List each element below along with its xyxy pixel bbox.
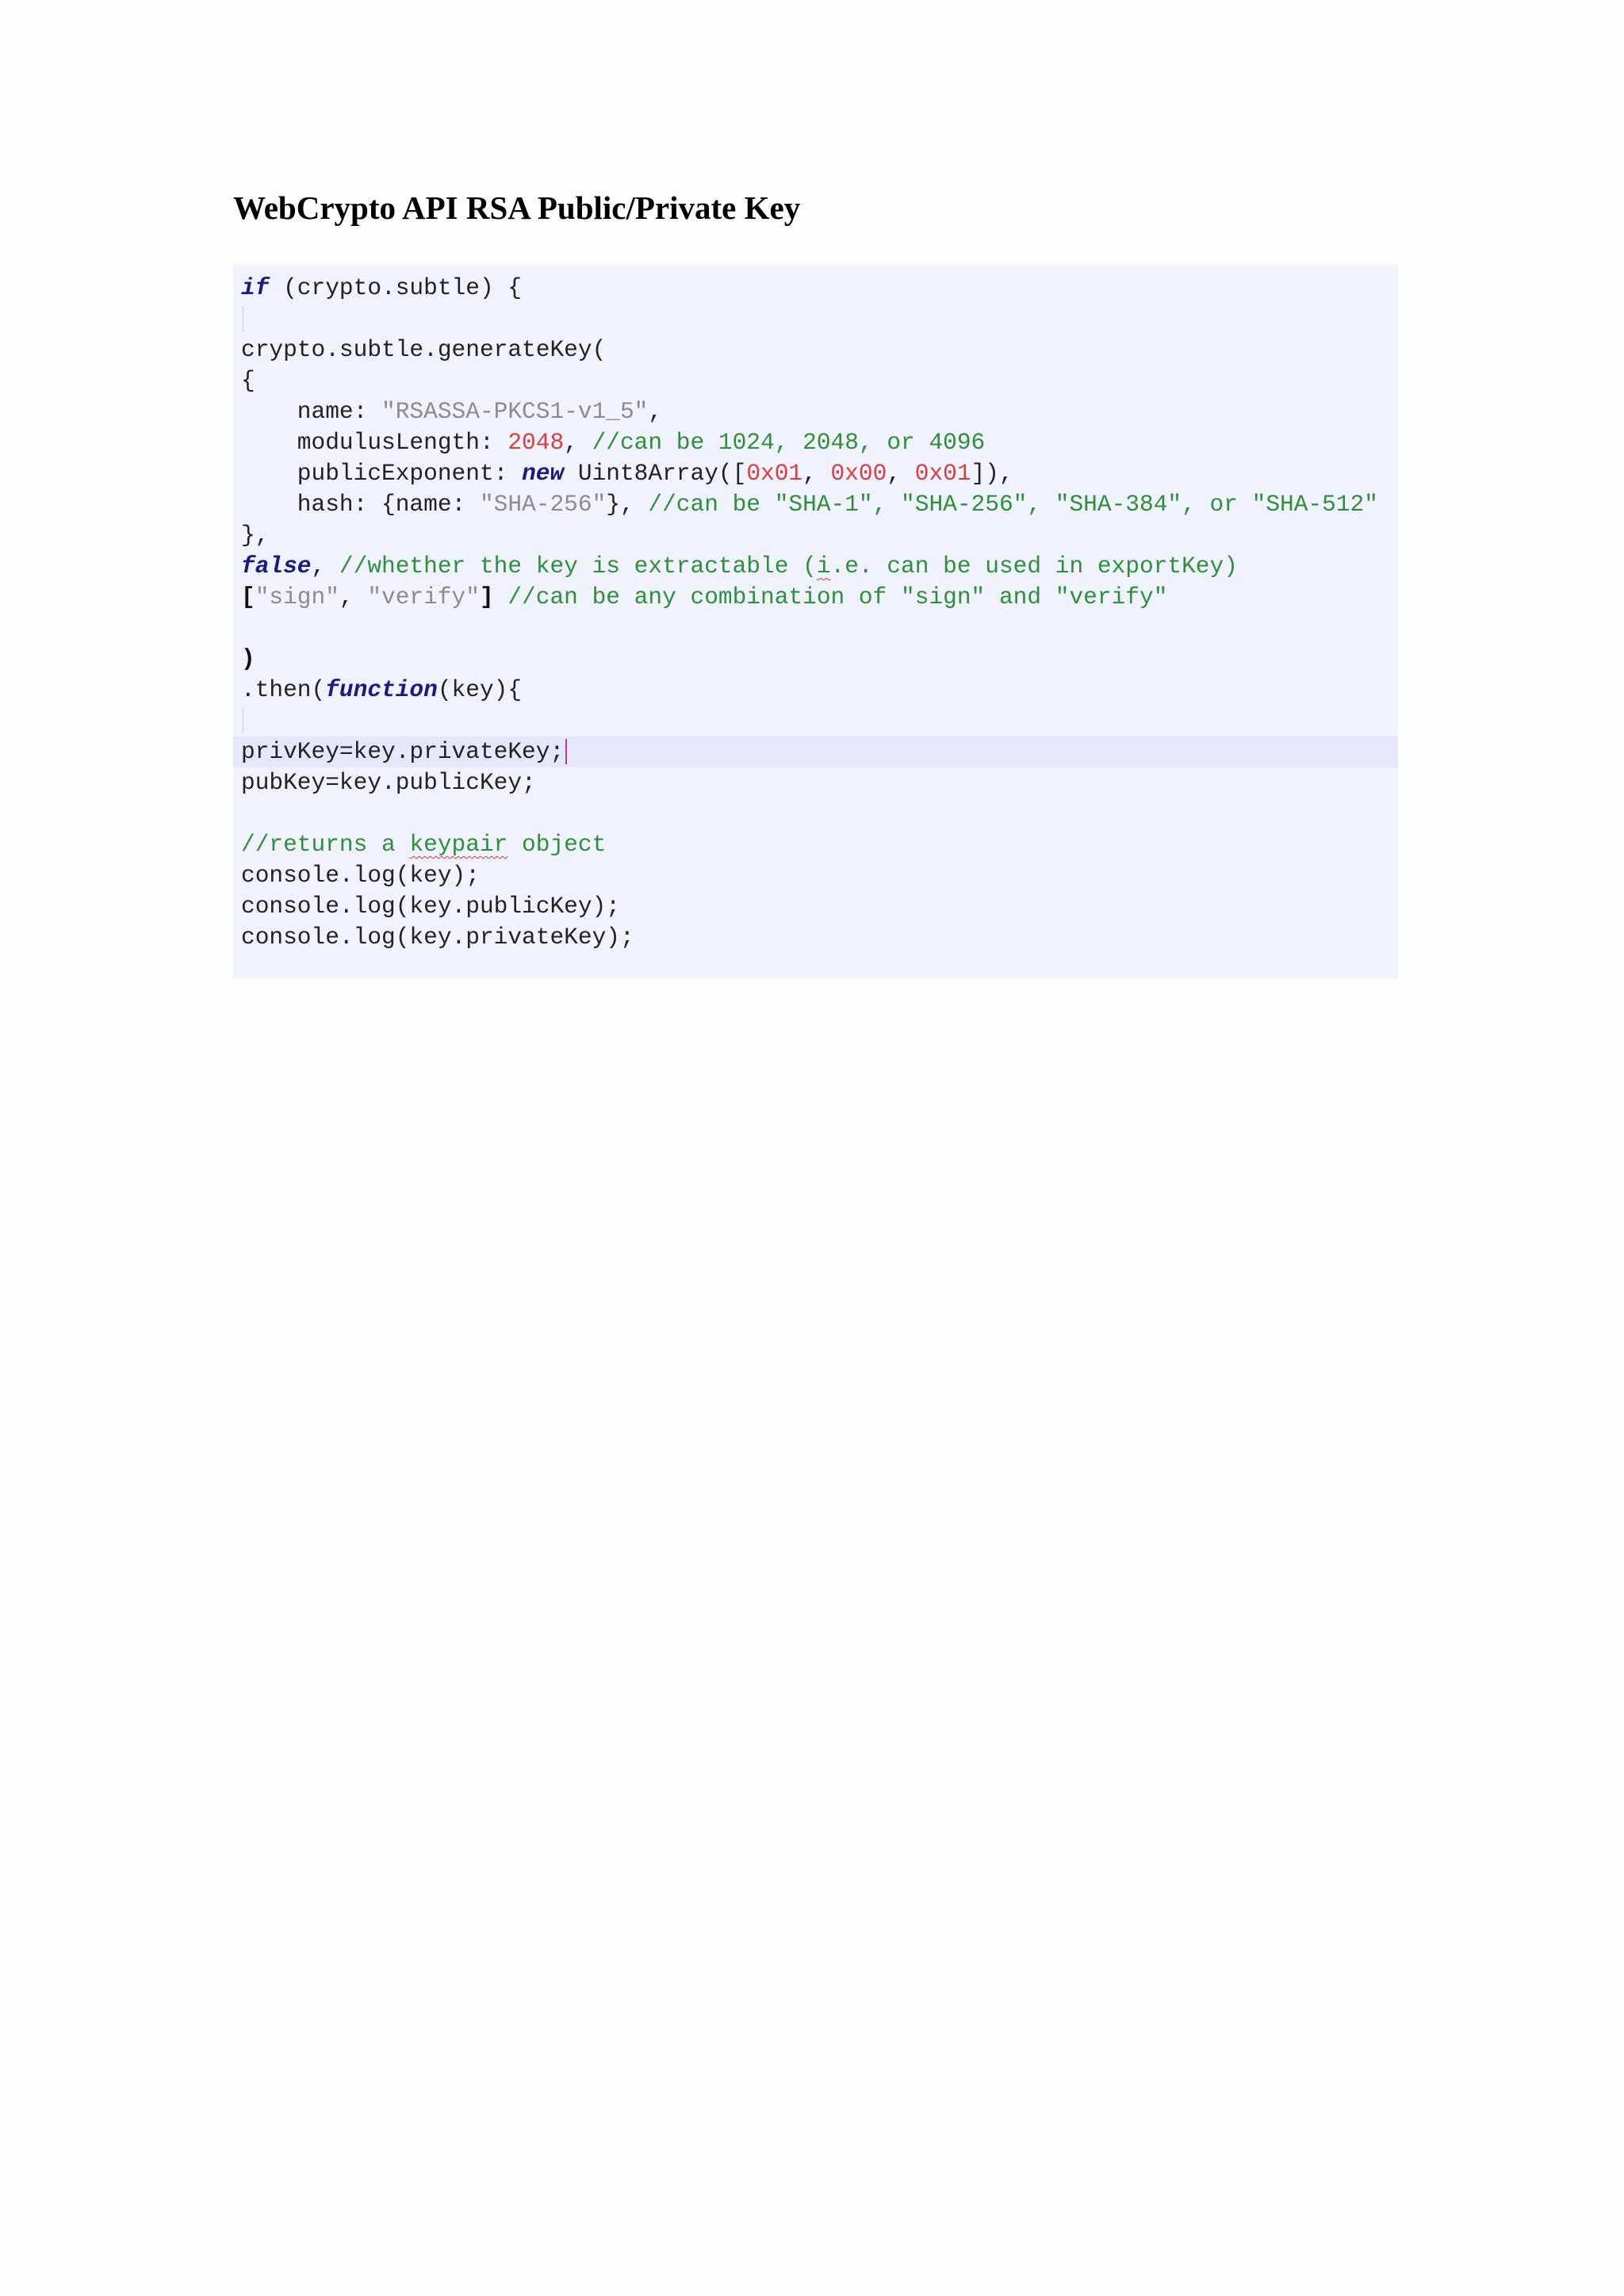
code-text: , bbox=[887, 460, 915, 487]
code-line-22: console.log(key.privateKey); bbox=[233, 922, 1398, 953]
code-comment: //can be "SHA-1", "SHA-256", "SHA-384", … bbox=[648, 491, 1378, 518]
code-text: { bbox=[241, 367, 255, 394]
code-text: (key){ bbox=[437, 676, 523, 703]
string-literal: "SHA-256" bbox=[479, 491, 607, 518]
code-line-14: .then(function(key){ bbox=[233, 675, 1398, 706]
code-comment: //whether the key is extractable ( bbox=[339, 553, 817, 580]
keyword: false bbox=[241, 553, 312, 580]
page-title: WebCrypto API RSA Public/Private Key bbox=[233, 189, 801, 226]
code-text: publicExponent: bbox=[241, 460, 523, 487]
code-text: ) bbox=[241, 645, 255, 672]
code-text: hash: {name: bbox=[241, 491, 480, 518]
code-text: console.log(key.publicKey); bbox=[241, 893, 620, 920]
code-text: name: bbox=[241, 398, 382, 425]
code-line-2 bbox=[233, 304, 1398, 335]
spellcheck-word: i bbox=[816, 553, 831, 580]
code-text: console.log(key.privateKey); bbox=[241, 924, 634, 951]
code-line-6: modulusLength: 2048, //can be 1024, 2048… bbox=[233, 427, 1398, 458]
code-line-11: ["sign", "verify"] //can be any combinat… bbox=[233, 582, 1398, 613]
code-line-4: { bbox=[233, 365, 1398, 396]
code-text: (crypto.subtle) { bbox=[269, 274, 523, 301]
keyword: if bbox=[241, 274, 270, 301]
code-line-10: false, //whether the key is extractable … bbox=[233, 551, 1398, 582]
code-line-7: publicExponent: new Uint8Array([0x01, 0x… bbox=[233, 458, 1398, 489]
code-text: }, bbox=[606, 491, 649, 518]
code-line-8: hash: {name: "SHA-256"}, //can be "SHA-1… bbox=[233, 489, 1398, 520]
code-text: }, bbox=[241, 522, 270, 549]
code-comment: //can be 1024, 2048, or 4096 bbox=[592, 429, 986, 456]
code-comment: //returns a bbox=[241, 831, 410, 858]
string-literal: "sign" bbox=[255, 584, 339, 610]
code-text: [ bbox=[241, 584, 255, 610]
number-literal: 0x00 bbox=[830, 460, 887, 487]
code-comment: .e. can be used in exportKey) bbox=[830, 553, 1238, 580]
code-text: crypto.subtle.generateKey( bbox=[241, 336, 607, 363]
code-line-19: //returns a keypair object bbox=[233, 829, 1398, 860]
code-text: , bbox=[802, 460, 831, 487]
code-line-13: ) bbox=[233, 644, 1398, 675]
code-text: privKey=key.privateKey; bbox=[241, 738, 565, 765]
code-text: , bbox=[339, 584, 368, 610]
code-line-9: }, bbox=[233, 520, 1398, 551]
code-line-15 bbox=[233, 706, 1398, 737]
code-text: pubKey=key.publicKey; bbox=[241, 769, 536, 796]
keyword: function bbox=[325, 676, 438, 703]
code-line-16[interactable]: privKey=key.privateKey; bbox=[233, 737, 1398, 767]
code-editor[interactable]: if (crypto.subtle) { crypto.subtle.gener… bbox=[233, 265, 1398, 978]
code-text: .then( bbox=[241, 676, 326, 703]
string-literal: "RSASSA-PKCS1-v1_5" bbox=[381, 398, 649, 425]
code-line-1: if (crypto.subtle) { bbox=[233, 273, 1398, 304]
text-cursor bbox=[565, 739, 568, 765]
number-literal: 0x01 bbox=[914, 460, 971, 487]
spellcheck-word: keypair bbox=[409, 831, 508, 858]
code-line-3: crypto.subtle.generateKey( bbox=[233, 335, 1398, 365]
code-line-5: name: "RSASSA-PKCS1-v1_5", bbox=[233, 396, 1398, 427]
string-literal: "verify" bbox=[367, 584, 480, 610]
code-text: modulusLength: bbox=[241, 429, 508, 456]
code-comment: //can be any combination of "sign" and "… bbox=[508, 584, 1168, 610]
code-comment: object bbox=[508, 831, 607, 858]
code-line-17: pubKey=key.publicKey; bbox=[233, 767, 1398, 798]
code-text: ]), bbox=[971, 460, 1013, 487]
code-text: console.log(key); bbox=[241, 862, 480, 889]
number-literal: 2048 bbox=[508, 429, 565, 456]
code-text: , bbox=[564, 429, 592, 456]
code-line-20: console.log(key); bbox=[233, 860, 1398, 891]
code-text: , bbox=[648, 398, 663, 425]
code-text: , bbox=[311, 553, 339, 580]
keyword: new bbox=[522, 460, 565, 487]
code-text: ] bbox=[479, 584, 508, 610]
number-literal: 0x01 bbox=[746, 460, 803, 487]
code-line-21: console.log(key.publicKey); bbox=[233, 891, 1398, 922]
code-text: Uint8Array([ bbox=[564, 460, 747, 487]
